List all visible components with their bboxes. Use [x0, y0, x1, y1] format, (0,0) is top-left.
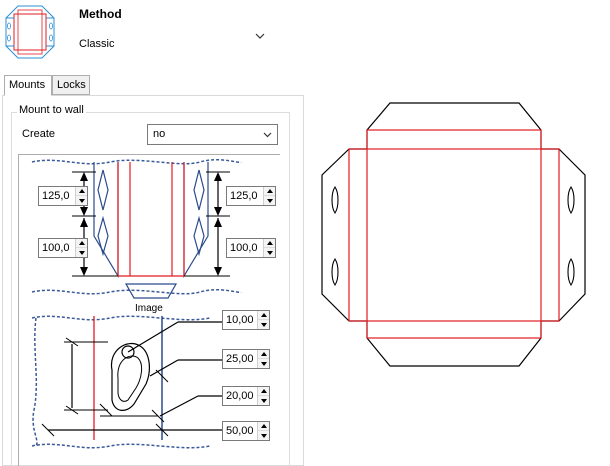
crease-inner — [348, 148, 560, 322]
bottom-flap-cut — [366, 337, 542, 367]
crease-outer — [366, 129, 542, 339]
right-slot-upper — [567, 186, 575, 214]
left-slot-upper — [331, 186, 339, 214]
box-template-preview — [321, 102, 586, 367]
right-flap-cut — [558, 148, 586, 322]
tab-mounts[interactable]: Mounts — [4, 75, 52, 96]
left-slot-lower — [331, 258, 339, 286]
right-slot-lower — [567, 258, 575, 286]
left-flap-cut — [321, 148, 350, 322]
top-flap-cut — [366, 102, 542, 131]
